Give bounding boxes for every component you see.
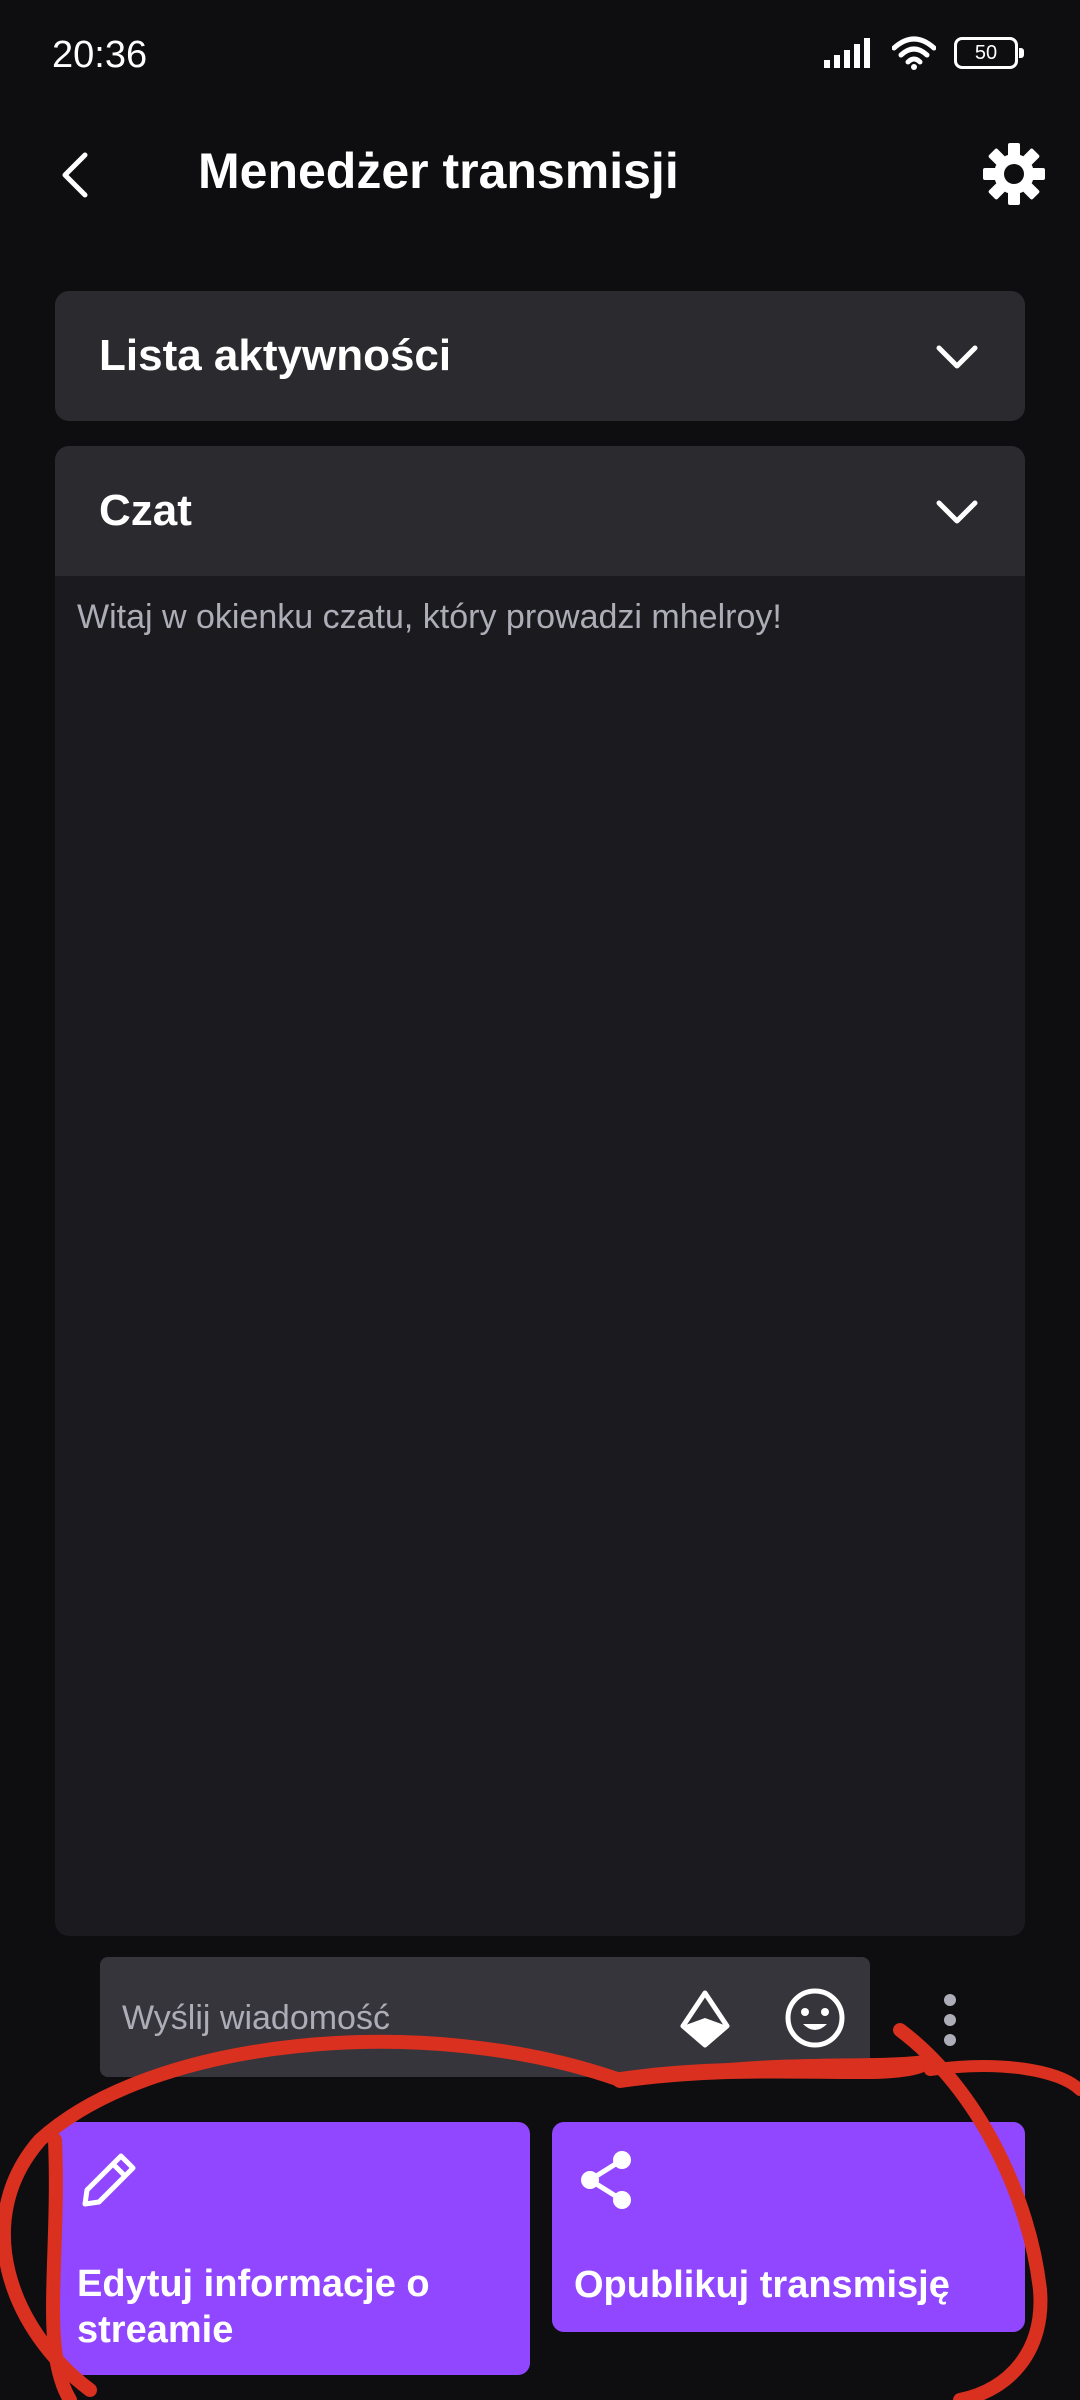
signal-icon [824, 38, 870, 68]
app-header: Menedżer transmisji [0, 120, 1080, 225]
chat-message-input[interactable] [120, 1987, 654, 2049]
wifi-icon [892, 36, 936, 70]
status-time: 20:36 [52, 34, 148, 76]
publish-stream-label: Opublikuj transmisję [574, 2264, 950, 2306]
activity-list-header[interactable]: Lista aktywności [55, 291, 1025, 421]
more-options-button[interactable] [920, 1985, 980, 2055]
publish-stream-button[interactable]: Opublikuj transmisję [552, 2122, 1025, 2332]
battery-level: 50 [974, 41, 998, 64]
chat-header[interactable]: Czat [55, 446, 1025, 576]
edit-stream-info-label: Edytuj informacje o streamie [77, 2263, 430, 2351]
smiley-icon [785, 1988, 845, 2048]
activity-list-panel[interactable]: Lista aktywności [55, 291, 1025, 421]
chat-title: Czat [99, 486, 192, 535]
edit-stream-info-button[interactable]: Edytuj informacje o streamie [55, 2122, 530, 2375]
back-button[interactable] [40, 140, 110, 210]
more-vertical-icon [944, 1994, 956, 2046]
bits-button[interactable] [673, 1987, 737, 2051]
gear-icon [983, 143, 1045, 205]
settings-button[interactable] [974, 134, 1054, 214]
chat-welcome-message: Witaj w okienku czatu, który prowadzi mh… [77, 598, 782, 636]
page-title: Menedżer transmisji [198, 143, 679, 199]
bits-icon [680, 1990, 730, 2048]
activity-list-title: Lista aktywności [99, 331, 452, 380]
chevron-down-icon[interactable] [929, 329, 985, 385]
share-icon [581, 2151, 631, 2209]
status-icons: 50 [824, 36, 1024, 70]
chat-input-container [100, 1957, 870, 2077]
chevron-down-icon[interactable] [929, 484, 985, 540]
chevron-left-icon [62, 152, 88, 198]
chat-panel: Czat Witaj w okienku czatu, który prowad… [55, 446, 1025, 1936]
battery-icon: 50 [954, 37, 1024, 69]
emote-button[interactable] [780, 1983, 850, 2053]
status-bar: 20:36 50 [0, 0, 1080, 120]
pencil-icon [82, 2153, 136, 2207]
